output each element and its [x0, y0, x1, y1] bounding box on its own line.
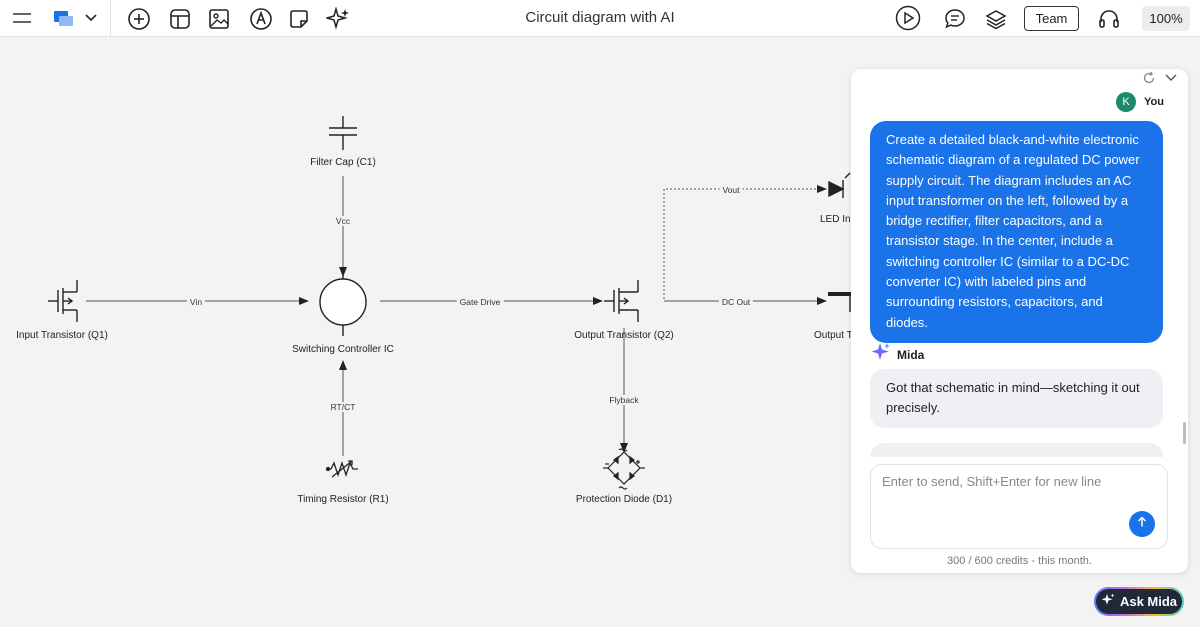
credits-status: 300 / 600 credits - this month. [947, 555, 1092, 567]
comment-icon[interactable] [943, 7, 967, 31]
team-button[interactable]: Team [1024, 6, 1079, 31]
collapse-chevron-icon[interactable] [1164, 71, 1178, 90]
timing-resistor-label: Timing Resistor (R1) [297, 494, 389, 505]
chat-scrollbar[interactable] [1183, 422, 1186, 444]
output-terminal-symbol[interactable] [828, 292, 852, 312]
toolbar-divider [110, 0, 111, 37]
assistant-message-header: Mida [871, 342, 924, 367]
assistant-name: Mida [897, 347, 925, 362]
user-avatar: K [1116, 92, 1137, 112]
switching-controller-label: Switching Controller IC [292, 344, 394, 355]
chat-controls [1142, 71, 1178, 90]
output-transistor-symbol[interactable] [604, 280, 639, 322]
user-message-bubble: Create a detailed black-and-white electr… [870, 121, 1163, 343]
image-icon[interactable] [207, 7, 231, 31]
ai-sparkle-icon[interactable] [325, 6, 351, 32]
output-transistor-label: Output Transistor (Q2) [574, 330, 674, 341]
timing-resistor-symbol[interactable] [325, 460, 358, 478]
edge-label-flyback: Flyback [606, 395, 642, 405]
layers-logo-icon[interactable] [50, 7, 76, 29]
input-transistor-symbol[interactable] [48, 280, 78, 322]
layers-icon[interactable] [984, 7, 1008, 31]
document-title[interactable]: Circuit diagram with AI [500, 0, 700, 37]
assistant-message-bubble-partial [870, 443, 1163, 457]
sticky-note-icon[interactable] [287, 7, 311, 31]
edge-label-dc-out: DC Out [718, 297, 754, 307]
menu-icon[interactable] [10, 8, 34, 28]
switching-controller-ic-symbol[interactable] [319, 268, 367, 336]
arrow-up-icon [1136, 515, 1148, 533]
edge-label-rtct: RT/CT [327, 402, 359, 412]
pen-icon[interactable] [248, 6, 274, 32]
user-message-header: K You [1116, 92, 1164, 112]
headset-icon[interactable] [1097, 7, 1121, 31]
edge-label-gate-drive: Gate Drive [456, 297, 504, 307]
mida-sparkle-icon [871, 342, 891, 367]
ask-mida-button[interactable]: Ask Mida [1094, 587, 1184, 616]
protection-diode-label: Protection Diode (D1) [575, 494, 673, 505]
play-icon[interactable] [895, 5, 921, 31]
top-toolbar: Circuit diagram with AI Team 100% [0, 0, 1200, 37]
refresh-icon[interactable] [1142, 71, 1156, 90]
edge-label-vout: Vout [719, 185, 743, 195]
chat-input[interactable] [882, 474, 1152, 514]
edge-label-vin: Vin [186, 297, 206, 307]
protection-diode-symbol[interactable] [603, 448, 645, 490]
send-button[interactable] [1129, 511, 1155, 537]
led-indicator-symbol[interactable] [828, 172, 851, 198]
chevron-down-icon[interactable] [82, 9, 100, 27]
sparkle-icon [1101, 593, 1115, 610]
filter-cap-label: Filter Cap (C1) [310, 157, 376, 168]
user-name: You [1144, 96, 1164, 108]
add-icon[interactable] [126, 6, 152, 32]
assistant-message-bubble: Got that schematic in mind—sketching it … [870, 369, 1163, 428]
filter-cap-symbol[interactable] [329, 116, 357, 150]
input-transistor-label: Input Transistor (Q1) [16, 330, 108, 341]
chat-input-box[interactable] [870, 464, 1168, 549]
template-icon[interactable] [168, 7, 192, 31]
ai-chat-panel: K You Create a detailed black-and-white … [851, 69, 1188, 573]
edge-label-vcc: Vcc [332, 216, 354, 226]
ask-mida-label: Ask Mida [1119, 594, 1178, 609]
edge-vout [663, 185, 827, 299]
zoom-level[interactable]: 100% [1142, 6, 1190, 31]
